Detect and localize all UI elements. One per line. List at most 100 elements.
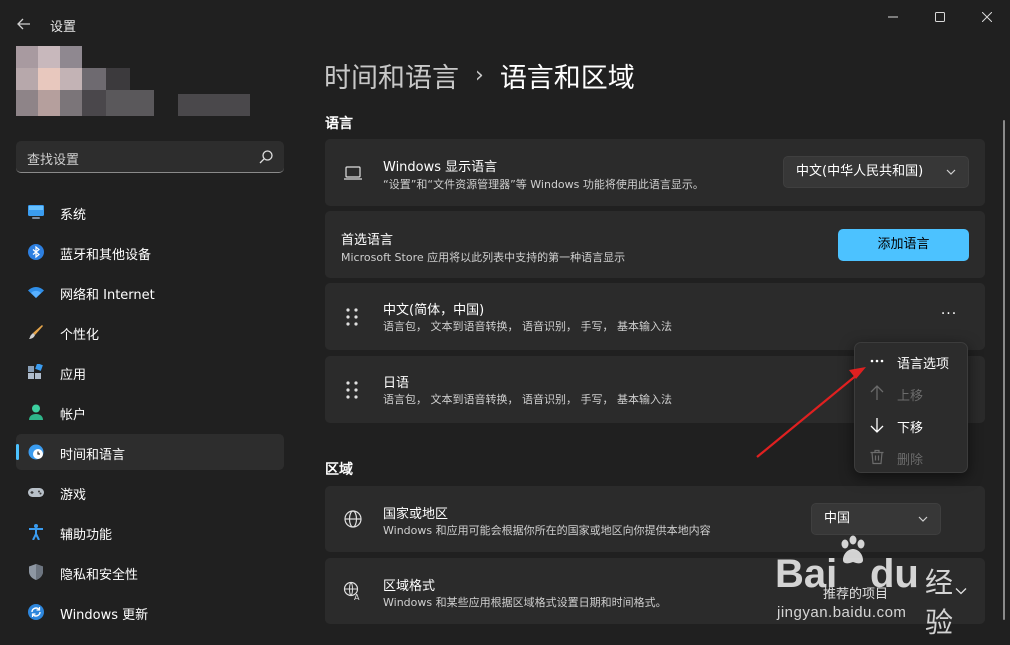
language-item-chinese[interactable]: 中文(简体，中国) 语言包， 文本到语音转换， 语音识别， 手写， 基本输入法 — [325, 283, 985, 350]
sidebar-item-personalization[interactable]: 个性化 — [16, 314, 284, 350]
breadcrumb-parent[interactable]: 时间和语言 — [324, 56, 459, 95]
card-subtitle: “设置”和“文件资源管理器”等 Windows 功能将使用此语言显示。 — [383, 178, 704, 191]
maximize-button[interactable] — [917, 0, 963, 34]
sidebar-item-label: 系统 — [60, 208, 87, 223]
menu-item-remove: 删除 — [855, 443, 967, 471]
back-button[interactable] — [10, 10, 38, 38]
watermark-url: jingyan.baidu.com — [777, 604, 907, 621]
title-bar: 设置 — [0, 0, 1010, 46]
paw-logo-icon — [841, 535, 865, 564]
paintbrush-icon — [29, 325, 43, 339]
dropdown-value: 中国 — [824, 511, 851, 526]
chevron-down-icon — [946, 169, 956, 175]
sidebar-item-accessibility[interactable]: 辅助功能 — [16, 514, 284, 550]
svg-text:A: A — [354, 593, 360, 601]
language-name: 中文(简体，中国) — [383, 303, 485, 318]
chevron-down-icon — [918, 516, 928, 522]
gamepad-icon — [28, 488, 44, 497]
section-heading-region: 区域 — [325, 462, 353, 478]
sidebar-item-label: 应用 — [60, 368, 87, 383]
watermark-cn: 经验 — [925, 567, 954, 638]
sidebar-item-label: 游戏 — [60, 488, 87, 503]
menu-item-move-down[interactable]: 下移 — [855, 411, 967, 439]
arrow-down-icon — [870, 418, 884, 433]
watermark-brand: Bai — [775, 552, 838, 596]
scrollbar[interactable] — [1003, 120, 1005, 620]
drag-handle-icon[interactable] — [345, 381, 359, 399]
sidebar-item-system[interactable]: 系统 — [16, 194, 284, 230]
menu-item-label: 下移 — [897, 421, 924, 436]
minimize-button[interactable] — [870, 0, 916, 34]
dropdown-value: 中文(中华人民共和国) — [796, 164, 924, 179]
search-placeholder: 查找设置 — [27, 153, 80, 168]
update-icon — [28, 604, 44, 620]
shield-icon — [29, 564, 43, 580]
language-features: 语言包， 文本到语音转换， 语音识别， 手写， 基本输入法 — [383, 320, 672, 333]
sidebar-item-label: 网络和 Internet — [60, 288, 155, 303]
sidebar-item-label: 辅助功能 — [60, 528, 113, 543]
card-title: Windows 显示语言 — [383, 160, 498, 175]
minimize-icon — [888, 16, 898, 18]
clock-globe-icon — [28, 444, 44, 460]
menu-item-language-options[interactable]: 语言选项 — [855, 347, 967, 375]
more-icon — [870, 359, 884, 363]
sidebar-item-label: 个性化 — [60, 328, 100, 343]
card-subtitle: Windows 和某些应用根据区域格式设置日期和时间格式。 — [383, 596, 667, 609]
person-icon — [29, 404, 43, 420]
watermark-brand-suffix: du — [870, 552, 919, 596]
close-button[interactable] — [964, 0, 1010, 34]
menu-item-label: 语言选项 — [897, 357, 950, 372]
wifi-icon — [28, 287, 44, 298]
bluetooth-icon — [28, 244, 44, 260]
region-format-icon: A — [343, 581, 360, 601]
apps-icon — [28, 364, 43, 379]
sidebar-item-privacy[interactable]: 隐私和安全性 — [16, 554, 284, 590]
menu-item-move-up: 上移 — [855, 379, 967, 407]
sidebar-item-label: Windows 更新 — [60, 608, 149, 623]
sidebar-item-gaming[interactable]: 游戏 — [16, 474, 284, 510]
add-language-button[interactable]: 添加语言 — [838, 229, 969, 261]
language-name: 日语 — [383, 376, 410, 391]
arrow-up-icon — [870, 385, 884, 400]
display-language-card: Windows 显示语言 “设置”和“文件资源管理器”等 Windows 功能将… — [325, 139, 985, 206]
menu-item-label: 上移 — [897, 389, 924, 404]
sidebar-item-bluetooth[interactable]: 蓝牙和其他设备 — [16, 234, 284, 270]
sidebar-item-label: 时间和语言 — [60, 448, 126, 463]
close-icon — [982, 12, 992, 22]
sidebar-item-network[interactable]: 网络和 Internet — [16, 274, 284, 310]
card-title: 国家或地区 — [383, 507, 449, 522]
card-subtitle: Windows 和应用可能会根据你所在的国家或地区向你提供本地内容 — [383, 524, 711, 537]
language-context-menu: 语言选项 上移 下移 删除 — [854, 342, 968, 473]
breadcrumb-separator: › — [475, 63, 484, 88]
search-input[interactable]: 查找设置 — [16, 141, 284, 173]
sidebar-nav: 系统 蓝牙和其他设备 网络和 Internet 个性化 应用 帐户 时间和语言 … — [16, 194, 284, 634]
app-title: 设置 — [50, 20, 77, 35]
breadcrumb: 时间和语言 › 语言和区域 — [324, 56, 635, 95]
card-title: 首选语言 — [341, 233, 394, 248]
trash-icon — [870, 449, 884, 465]
card-subtitle: Microsoft Store 应用将以此列表中支持的第一种语言显示 — [341, 251, 626, 264]
laptop-icon — [344, 166, 362, 180]
sidebar-item-time-language[interactable]: 时间和语言 — [16, 434, 284, 470]
globe-icon — [344, 510, 362, 528]
more-options-button[interactable]: ··· — [936, 306, 962, 328]
card-title: 区域格式 — [383, 579, 436, 594]
search-icon[interactable] — [258, 149, 274, 165]
section-heading-language: 语言 — [325, 116, 353, 132]
drag-handle-icon[interactable] — [345, 308, 359, 326]
sidebar-item-label: 隐私和安全性 — [60, 568, 139, 583]
display-language-dropdown[interactable]: 中文(中华人民共和国) — [783, 156, 969, 188]
sidebar-item-windows-update[interactable]: Windows 更新 — [16, 594, 284, 630]
sidebar-item-accounts[interactable]: 帐户 — [16, 394, 284, 430]
sidebar-item-apps[interactable]: 应用 — [16, 354, 284, 390]
sidebar-item-label: 帐户 — [60, 408, 87, 423]
country-dropdown[interactable]: 中国 — [811, 503, 941, 535]
monitor-icon — [28, 205, 44, 219]
accessibility-icon — [29, 524, 43, 540]
user-profile-blurred[interactable] — [16, 46, 256, 118]
arrow-left-icon — [17, 18, 30, 30]
language-features: 语言包， 文本到语音转换， 语音识别， 手写， 基本输入法 — [383, 393, 672, 406]
menu-item-label: 删除 — [897, 453, 924, 468]
maximize-icon — [935, 12, 945, 22]
sidebar-item-label: 蓝牙和其他设备 — [60, 248, 152, 263]
